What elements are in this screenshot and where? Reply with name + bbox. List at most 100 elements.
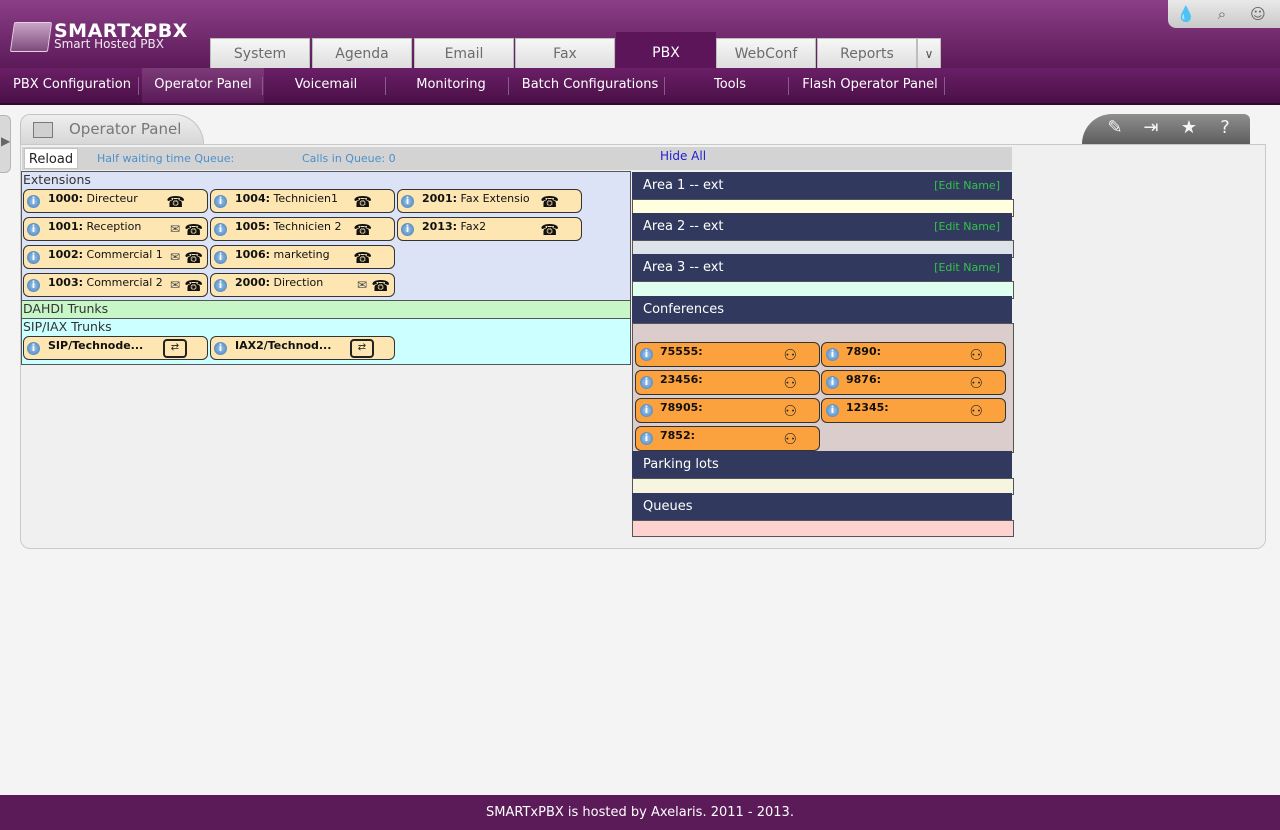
subnav-tools[interactable]: Tools [668, 68, 792, 103]
phone-icon: ☎ [353, 193, 372, 211]
trunk-card[interactable]: i IAX2/Technod... ⇄ [210, 336, 395, 360]
panel-title-tab: Operator Panel [20, 114, 204, 145]
info-icon[interactable]: i [214, 223, 227, 236]
voicemail-icon: ✉ [169, 222, 180, 236]
extension-card[interactable]: i 1002: Commercial 1 ✉ ☎ [23, 245, 208, 269]
tabs-more-button[interactable]: ∨ [917, 38, 941, 68]
info-icon[interactable]: i [401, 223, 414, 236]
edit-name-link[interactable]: [Edit Name] [934, 261, 1000, 274]
user-icon[interactable]: ☺ [1248, 5, 1268, 23]
panel-tools: ✎ ⇥ ★ ? [1082, 114, 1250, 144]
extension-card[interactable]: i 1006: marketing ☎ [210, 245, 395, 269]
chevron-right-icon: ▶ [1, 134, 11, 148]
extension-card[interactable]: i 1001: Reception ✉ ☎ [23, 217, 208, 241]
info-icon[interactable]: i [640, 404, 653, 417]
conference-card[interactable]: i 7890: ⚇ [821, 342, 1006, 367]
conference-card[interactable]: i 12345: ⚇ [821, 398, 1006, 423]
info-icon[interactable]: i [27, 223, 40, 236]
help-icon[interactable]: ? [1212, 117, 1238, 139]
extension-card[interactable]: i 1005: Technicien 2 ☎ [210, 217, 395, 241]
extension-card[interactable]: i 2000: Direction ✉ ☎ [210, 273, 395, 297]
edit-name-link[interactable]: [Edit Name] [934, 179, 1000, 192]
tab-system[interactable]: System [210, 38, 310, 68]
subnav-pbx-configuration[interactable]: PBX Configuration [8, 68, 136, 103]
extension-card[interactable]: i 2001: Fax Extensio ☎ [397, 189, 582, 213]
extension-card[interactable]: i 1000: Directeur ☎ [23, 189, 208, 213]
tab-fax[interactable]: Fax [515, 38, 615, 68]
phone-icon: ☎ [540, 221, 559, 239]
info-icon[interactable]: i [826, 376, 839, 389]
tab-pbx[interactable]: PBX [616, 32, 716, 68]
dahdi-trunks-section: DAHDI Trunks [21, 301, 631, 319]
info-icon[interactable]: i [214, 195, 227, 208]
conference-number: 75555: [660, 345, 703, 358]
tab-email[interactable]: Email [414, 38, 514, 68]
info-icon[interactable]: i [214, 251, 227, 264]
voicemail-icon: ✉ [356, 278, 367, 292]
page-title: Operator Panel [69, 120, 182, 138]
queues-body [632, 520, 1014, 537]
extension-number: 1003: [48, 276, 84, 289]
trunk-name: SIP/Technode... [48, 339, 144, 352]
info-icon[interactable]: i [640, 376, 653, 389]
area-title: Area 1 -- ext [643, 178, 724, 193]
tab-reports[interactable]: Reports [817, 38, 917, 68]
tab-webconf[interactable]: WebConf [716, 38, 816, 68]
conference-number: 7890: [846, 345, 882, 358]
logo-subtitle: Smart Hosted PBX [54, 37, 164, 51]
half-waiting-time-queue: Half waiting time Queue: [97, 152, 235, 165]
info-icon[interactable]: i [214, 342, 227, 355]
info-icon[interactable]: i [401, 195, 414, 208]
sidebar-toggle[interactable]: ▶ [0, 115, 11, 173]
extension-number: 1000: [48, 192, 84, 205]
tab-agenda[interactable]: Agenda [312, 38, 412, 68]
subnav-voicemail[interactable]: Voicemail [270, 68, 382, 103]
info-icon[interactable]: i [826, 348, 839, 361]
parking-lots-header: Parking lots [632, 451, 1012, 478]
section-title: Parking lots [643, 457, 719, 472]
info-icon[interactable]: i [826, 404, 839, 417]
info-icon[interactable]: i [27, 195, 40, 208]
reload-button[interactable]: Reload [24, 148, 78, 169]
subnav-separator [664, 77, 665, 95]
conference-number: 23456: [660, 373, 703, 386]
subnav-flash-operator-panel[interactable]: Flash Operator Panel [796, 68, 944, 103]
conference-number: 12345: [846, 401, 889, 414]
subnav-separator [385, 77, 386, 95]
edit-name-link[interactable]: [Edit Name] [934, 220, 1000, 233]
search-icon[interactable]: ⌕ [1212, 5, 1232, 23]
phone-icon: ☎ [184, 277, 203, 295]
extension-card[interactable]: i 1003: Commercial 2 ✉ ☎ [23, 273, 208, 297]
edit-icon[interactable]: ✎ [1102, 117, 1128, 139]
subnav-operator-panel[interactable]: Operator Panel [142, 68, 264, 103]
drop-icon[interactable]: 💧 [1176, 5, 1196, 23]
sub-navigation: PBX Configuration Operator Panel Voicema… [0, 68, 1280, 105]
subnav-monitoring[interactable]: Monitoring [392, 68, 510, 103]
trunk-card[interactable]: i SIP/Technode... ⇄ [23, 336, 208, 360]
conference-card[interactable]: i 23456: ⚇ [635, 370, 820, 395]
section-title: SIP/IAX Trunks [23, 319, 112, 334]
people-icon: ⚇ [969, 346, 983, 364]
conference-card[interactable]: i 9876: ⚇ [821, 370, 1006, 395]
hide-all-link[interactable]: Hide All [660, 149, 706, 163]
subnav-batch-configurations[interactable]: Batch Configurations [514, 68, 666, 103]
star-icon[interactable]: ★ [1176, 117, 1202, 139]
info-icon[interactable]: i [214, 279, 227, 292]
info-icon[interactable]: i [27, 342, 40, 355]
conference-card[interactable]: i 75555: ⚇ [635, 342, 820, 367]
extension-card[interactable]: i 2013: Fax2 ☎ [397, 217, 582, 241]
logo-icon [9, 22, 53, 52]
conference-card[interactable]: i 7852: ⚇ [635, 426, 820, 451]
info-icon[interactable]: i [27, 279, 40, 292]
conference-card[interactable]: i 78905: ⚇ [635, 398, 820, 423]
extension-name: marketing [273, 248, 330, 261]
info-icon[interactable]: i [27, 251, 40, 264]
info-icon[interactable]: i [640, 348, 653, 361]
split-icon[interactable]: ⇥ [1138, 117, 1164, 139]
extension-number: 2000: [235, 276, 271, 289]
logo[interactable]: SMARTxPBX Smart Hosted PBX [9, 20, 192, 52]
queues-header: Queues [632, 493, 1012, 520]
info-icon[interactable]: i [640, 432, 653, 445]
voicemail-icon: ✉ [169, 250, 180, 264]
extension-card[interactable]: i 1004: Technicien1 ☎ [210, 189, 395, 213]
